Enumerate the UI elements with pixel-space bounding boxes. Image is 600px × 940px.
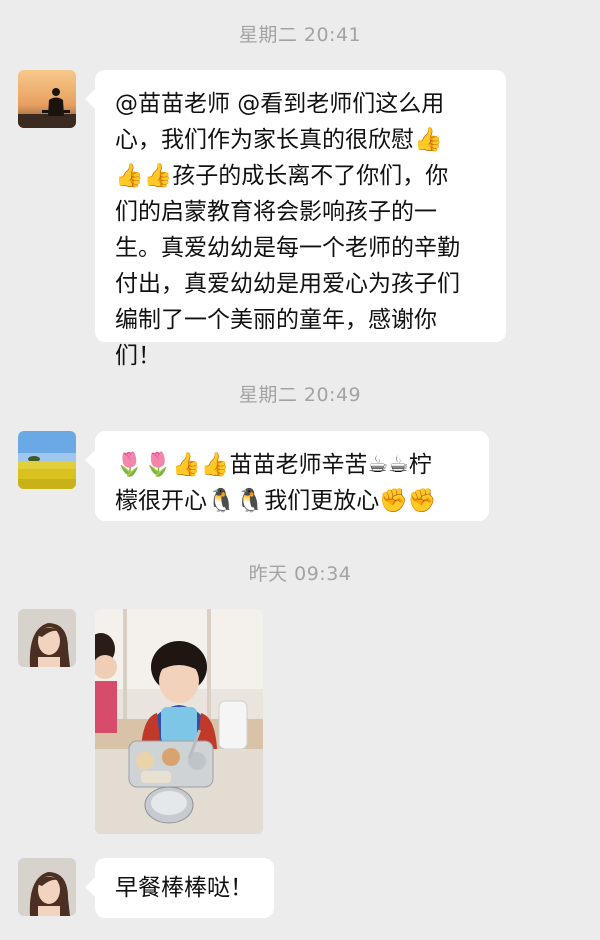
message-line: 编制了一个美丽的童年，感谢你 (115, 307, 437, 333)
message-bubble[interactable]: 🌷🌷👍👍苗苗老师辛苦☕☕柠 檬很开心🐧🐧我们更放心✊✊ (95, 431, 489, 521)
child-breakfast-photo[interactable] (95, 609, 263, 834)
message-bubble[interactable]: 早餐棒棒哒！ (95, 858, 274, 918)
message-line: 心，我们作为家长真的很欣慰👍 (115, 127, 443, 153)
timestamp: 星期二 20:49 (238, 384, 362, 406)
message-line: 🌷🌷👍👍苗苗老师辛苦☕☕柠 (115, 452, 432, 478)
message-line: 们！ (115, 343, 161, 369)
message-line: 檬很开心🐧🐧我们更放心✊✊ (115, 488, 437, 514)
timestamp: 昨天 09:34 (248, 563, 352, 585)
rapeseed-field-avatar[interactable] (18, 431, 76, 489)
message-bubble[interactable]: @苗苗老师 @看到老师们这么用 心，我们作为家长真的很欣慰👍 👍👍孩子的成长离不… (95, 70, 506, 369)
woman-portrait-avatar[interactable] (18, 609, 76, 667)
message-line: 付出，真爱幼幼是用爱心为孩子们 (115, 271, 460, 297)
sunset-silhouette-avatar[interactable] (18, 70, 76, 128)
message-line: 👍👍孩子的成长离不了你们，你 (115, 163, 449, 189)
message-line: 们的启蒙教育将会影响孩子的一 (115, 199, 437, 225)
timestamp: 星期二 20:41 (238, 24, 362, 46)
message-line: 早餐棒棒哒！ (115, 875, 253, 901)
message-line: @苗苗老师 @看到老师们这么用 (115, 91, 445, 117)
message-line: 生。真爱幼幼是每一个老师的辛勤 (115, 235, 460, 261)
woman-portrait-avatar[interactable] (18, 858, 76, 916)
